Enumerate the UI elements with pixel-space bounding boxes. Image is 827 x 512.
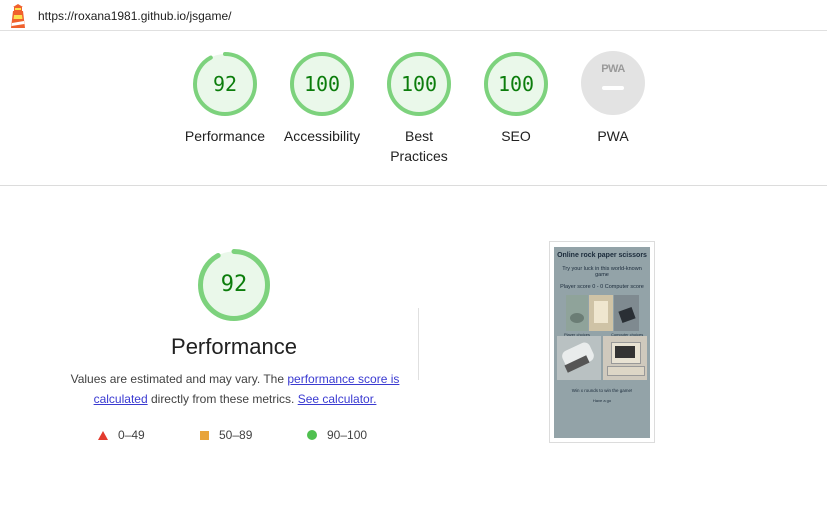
screenshot-title: Online rock paper scissors <box>557 252 647 259</box>
gauge-label: PWA <box>597 128 629 144</box>
report-header: https://roxana1981.github.io/jsgame/ <box>0 0 827 31</box>
gauge-label: Performance <box>184 128 266 144</box>
gauge-score: 100 <box>400 72 438 96</box>
computer-image <box>603 336 647 380</box>
desc-text: directly from these metrics. <box>147 392 298 406</box>
performance-score: 92 <box>220 272 248 297</box>
legend-label: 50–89 <box>219 428 253 442</box>
legend-label: 0–49 <box>118 428 145 442</box>
gauge-score: 92 <box>212 72 238 96</box>
gauge-ring: 92 <box>192 51 258 117</box>
score-summary: 92 Performance 100 Accessibility 100 Bes… <box>0 31 827 186</box>
gauge-best-practices[interactable]: 100 Best Practices <box>369 51 469 166</box>
gauge-score: 100 <box>303 72 341 96</box>
legend-label: 90–100 <box>327 428 368 442</box>
lighthouse-logo-icon <box>11 4 25 28</box>
legend-average: 50–89 <box>200 427 252 443</box>
screenshot-footer-small: Have a go <box>592 398 612 403</box>
gauge-ring: 100 <box>483 51 549 117</box>
gauge-label: Accessibility <box>283 128 361 144</box>
legend-pass: 90–100 <box>307 427 367 443</box>
scissors-image <box>614 295 639 331</box>
gauge-ring: 100 <box>289 51 355 117</box>
player-image <box>557 336 601 380</box>
paper-image <box>589 295 613 331</box>
circle-icon <box>307 430 317 440</box>
performance-description: Values are estimated and may vary. The p… <box>70 369 400 409</box>
gauge-performance[interactable]: 92 Performance <box>175 51 275 146</box>
performance-gauge: 92 <box>197 248 271 322</box>
screenshot-score-line: Player score 0 - 0 Computer score <box>560 284 644 290</box>
legend-fail: 0–49 <box>98 427 145 443</box>
gauge-label: SEO <box>501 128 531 144</box>
screenshot-subtitle: Try your luck in this world-known game <box>562 266 642 278</box>
gauge-label: Best Practices <box>390 128 448 164</box>
pwa-badge-icon: PWA <box>581 51 645 115</box>
pwa-dash <box>602 86 624 90</box>
desc-text: Values are estimated and may vary. The <box>70 372 288 386</box>
square-icon <box>200 431 209 440</box>
page-url[interactable]: https://roxana1981.github.io/jsgame/ <box>38 9 231 23</box>
divider <box>418 308 419 380</box>
screenshot-footer: Win x rounds to win the game! <box>571 388 633 393</box>
gauge-accessibility[interactable]: 100 Accessibility <box>272 51 372 146</box>
gauge-ring: 100 <box>386 51 452 117</box>
see-calculator-link[interactable]: See calculator. <box>298 392 377 406</box>
performance-title: Performance <box>171 334 297 359</box>
gauge-pwa[interactable]: PWA PWA <box>563 51 663 146</box>
final-screenshot[interactable]: Online rock paper scissors Try your luck… <box>554 247 650 438</box>
rock-image <box>566 295 588 331</box>
pwa-badge-text: PWA <box>601 63 625 75</box>
triangle-icon <box>98 431 108 440</box>
gauge-seo[interactable]: 100 SEO <box>466 51 566 146</box>
gauge-score: 100 <box>497 72 535 96</box>
